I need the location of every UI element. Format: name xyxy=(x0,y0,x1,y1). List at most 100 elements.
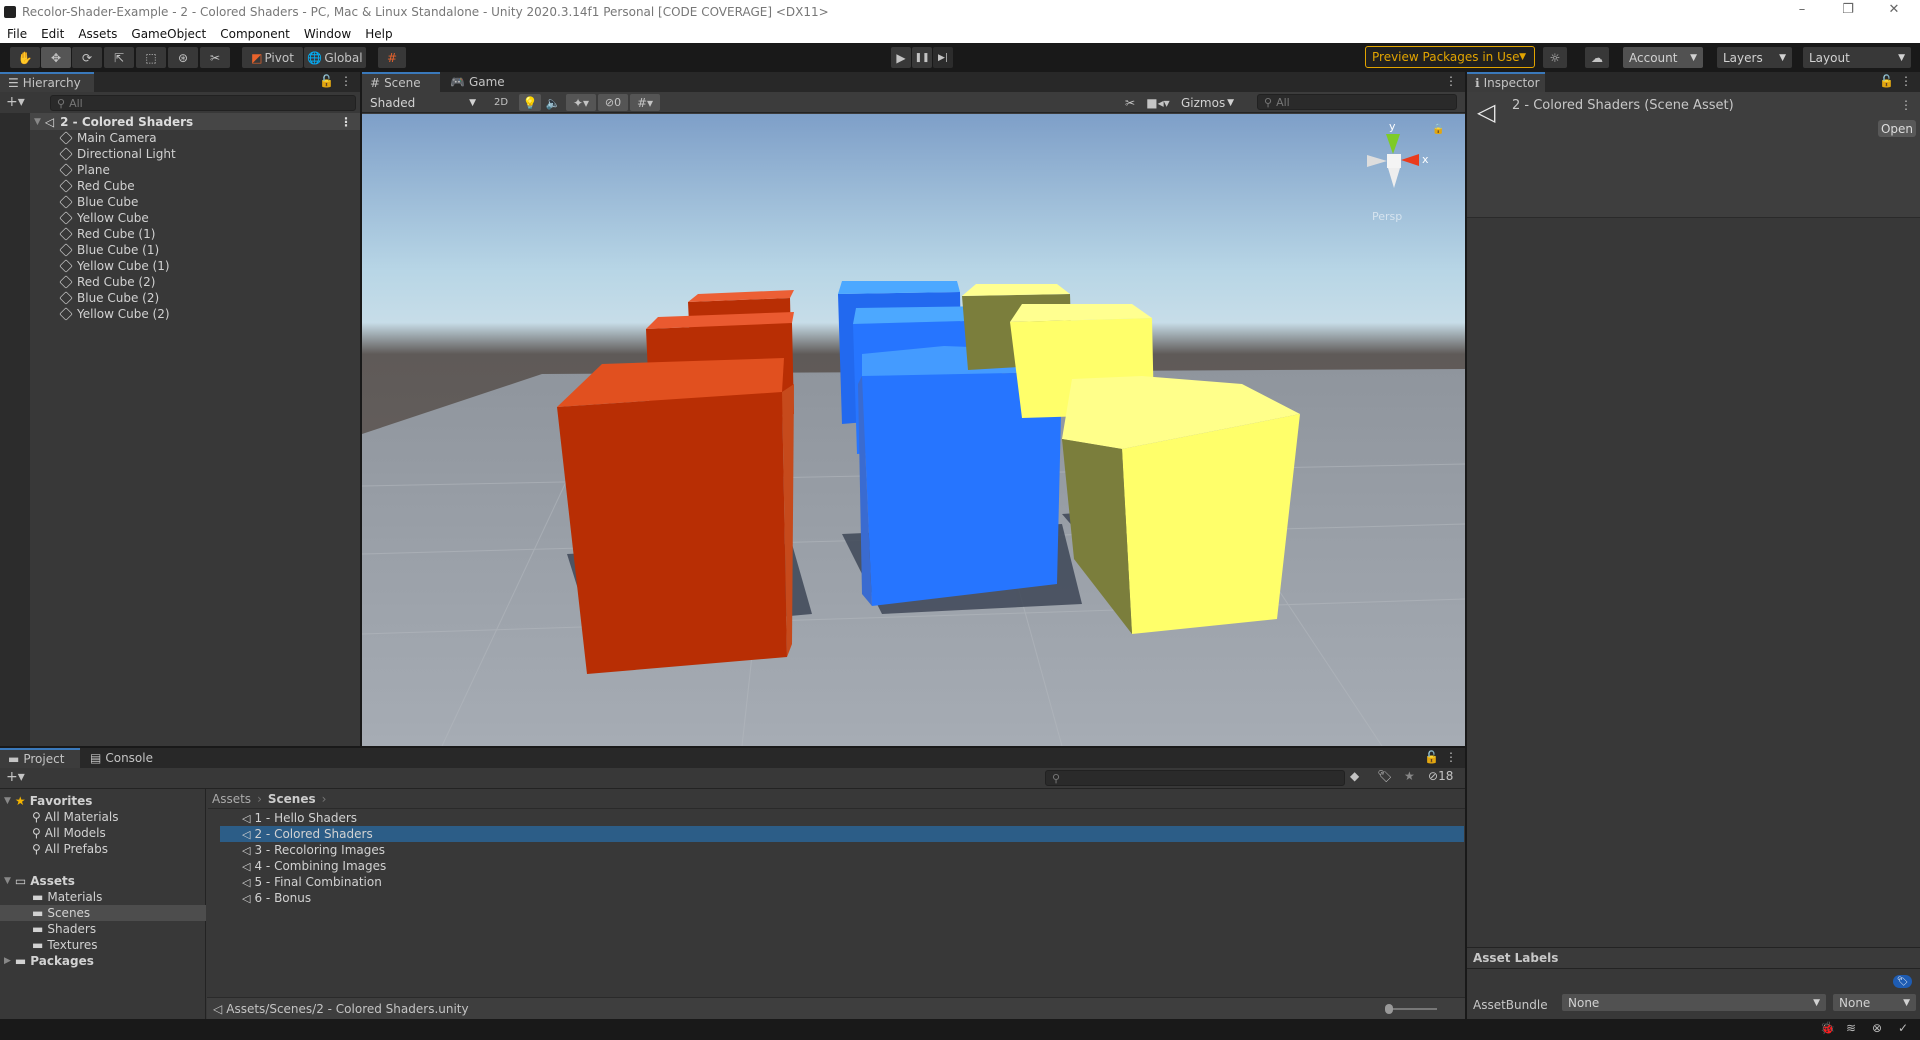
move-tool-button[interactable]: ✥ xyxy=(41,47,71,68)
lock-icon[interactable]: 🔒 xyxy=(1432,124,1444,135)
2d-toggle[interactable]: 2D xyxy=(490,94,512,111)
hierarchy-item[interactable]: Red Cube xyxy=(59,178,135,194)
scene-asset-item[interactable]: ◁ 3 - Recoloring Images xyxy=(220,842,1464,858)
preview-packages-dropdown[interactable]: Preview Packages in Use ▼ xyxy=(1365,46,1535,68)
tag-icon[interactable]: 🏷 xyxy=(1893,975,1912,988)
hierarchy-item[interactable]: Directional Light xyxy=(59,146,176,162)
rotate-tool-button[interactable]: ⟳ xyxy=(72,47,102,68)
pause-button[interactable]: ❚❚ xyxy=(912,47,932,68)
expand-arrow-icon[interactable]: ▼ xyxy=(4,876,11,886)
hierarchy-search-input[interactable]: ⚲ All xyxy=(50,95,356,111)
check-status-icon[interactable]: ✓ xyxy=(1898,1021,1908,1035)
assets-node[interactable]: ▼ ▭ Assets xyxy=(4,873,75,889)
scene-asset-item[interactable]: ◁ 4 - Combining Images xyxy=(220,858,1464,874)
favorite-star-icon[interactable]: ★ xyxy=(1404,769,1415,783)
more-menu-icon[interactable]: ⋮ xyxy=(1445,750,1457,764)
menu-assets[interactable]: Assets xyxy=(71,27,124,41)
assetbundle-dropdown[interactable]: None ▼ xyxy=(1562,994,1826,1011)
menu-help[interactable]: Help xyxy=(358,27,399,41)
effects-dropdown[interactable]: ✦▾ xyxy=(566,94,596,111)
tab-project[interactable]: ▬ Project xyxy=(0,748,80,768)
hierarchy-item[interactable]: Blue Cube (1) xyxy=(59,242,159,258)
close-button[interactable]: ✕ xyxy=(1874,2,1914,17)
expand-arrow-icon[interactable]: ▼ xyxy=(34,117,41,127)
scene-root-row[interactable]: ▼ ◁ 2 - Colored Shaders ⋮ xyxy=(30,113,360,130)
hidden-packages-toggle[interactable]: ⊘18 xyxy=(1428,769,1453,783)
more-menu-icon[interactable]: ⋮ xyxy=(1445,74,1457,88)
y-axis-cone[interactable] xyxy=(1386,134,1400,154)
audio-toggle[interactable]: 🔈 xyxy=(542,94,564,111)
tab-scene[interactable]: # Scene xyxy=(362,72,440,92)
favorite-item[interactable]: ⚲ All Models xyxy=(32,825,106,841)
tab-hierarchy[interactable]: ☰ Hierarchy xyxy=(0,72,94,92)
expand-arrow-icon[interactable]: ▶ xyxy=(4,956,11,966)
cache-server-icon[interactable]: ≋ xyxy=(1846,1021,1856,1035)
scene-search-input[interactable]: ⚲ All xyxy=(1257,94,1457,110)
auto-generate-lighting-icon[interactable]: ⊗ xyxy=(1872,1021,1882,1035)
filter-by-type-icon[interactable]: ◆ xyxy=(1350,769,1359,783)
scale-tool-button[interactable]: ⇱ xyxy=(104,47,134,68)
assetbundle-variant-dropdown[interactable]: None ▼ xyxy=(1833,994,1916,1011)
hierarchy-item[interactable]: Red Cube (1) xyxy=(59,226,155,242)
camera-dropdown[interactable]: ■◂▾ xyxy=(1143,94,1173,111)
hidden-objects-toggle[interactable]: ⊘ 0 xyxy=(598,94,628,111)
favorites-node[interactable]: ▼ ★ Favorites xyxy=(4,793,92,809)
tab-game[interactable]: 🎮 Game xyxy=(442,72,512,92)
menu-component[interactable]: Component xyxy=(213,27,297,41)
gizmo-center-cube[interactable] xyxy=(1387,154,1401,168)
icon-size-slider[interactable] xyxy=(1385,1004,1437,1014)
rect-tool-button[interactable]: ⬚ xyxy=(136,47,166,68)
neg-x-axis-cone[interactable] xyxy=(1367,155,1387,167)
hierarchy-item[interactable]: Blue Cube xyxy=(59,194,138,210)
lighting-toggle[interactable]: 💡 xyxy=(519,94,541,111)
scene-asset-item[interactable]: ◁ 6 - Bonus xyxy=(220,890,1464,906)
create-add-button[interactable]: +▾ xyxy=(6,94,25,110)
folder-item[interactable]: ▬ Shaders xyxy=(32,921,96,937)
cloud-button[interactable]: ☁ xyxy=(1585,47,1609,68)
tab-inspector[interactable]: ℹ Inspector xyxy=(1467,72,1545,92)
scene-asset-item-selected[interactable]: ◁ 2 - Colored Shaders xyxy=(220,826,1464,842)
more-menu-icon[interactable]: ⋮ xyxy=(1900,74,1912,88)
folder-item[interactable]: ▬ Textures xyxy=(32,937,98,953)
packages-node[interactable]: ▶ ▬ Packages xyxy=(4,953,94,969)
scene-asset-item[interactable]: ◁ 1 - Hello Shaders xyxy=(220,810,1464,826)
x-axis-cone[interactable] xyxy=(1401,154,1419,166)
hierarchy-item[interactable]: Plane xyxy=(59,162,110,178)
create-add-button[interactable]: +▾ xyxy=(6,769,25,785)
favorite-item[interactable]: ⚲ All Materials xyxy=(32,809,119,825)
debug-bug-icon[interactable]: 🐞 xyxy=(1820,1021,1835,1035)
light-settings-button[interactable]: ☼ xyxy=(1543,47,1567,68)
step-button[interactable]: ▶| xyxy=(933,47,953,68)
grid-dropdown[interactable]: #▾ xyxy=(630,94,660,111)
lock-icon[interactable]: 🔓 xyxy=(1879,74,1894,88)
hierarchy-item[interactable]: Yellow Cube (1) xyxy=(59,258,170,274)
folder-item[interactable]: ▬ Materials xyxy=(32,889,102,905)
open-button[interactable]: Open xyxy=(1878,120,1916,137)
favorite-item[interactable]: ⚲ All Prefabs xyxy=(32,841,108,857)
transform-tool-button[interactable]: ⊛ xyxy=(168,47,198,68)
layout-dropdown[interactable]: Layout ▼ xyxy=(1803,47,1911,68)
tab-console[interactable]: ▤ Console xyxy=(82,748,160,768)
menu-gameobject[interactable]: GameObject xyxy=(124,27,213,41)
grid-snap-button[interactable]: # xyxy=(378,47,406,68)
projection-label[interactable]: Persp xyxy=(1372,210,1402,223)
menu-edit[interactable]: Edit xyxy=(34,27,71,41)
hierarchy-item[interactable]: Yellow Cube (2) xyxy=(59,306,170,322)
custom-tool-button[interactable]: ✂ xyxy=(200,47,230,68)
menu-window[interactable]: Window xyxy=(297,27,358,41)
account-dropdown[interactable]: Account ▼ xyxy=(1623,47,1703,68)
slider-handle[interactable] xyxy=(1385,1004,1393,1014)
hierarchy-item[interactable]: Yellow Cube xyxy=(59,210,149,226)
hierarchy-item[interactable]: Red Cube (2) xyxy=(59,274,155,290)
pivot-toggle[interactable]: ◩ Pivot xyxy=(242,47,303,68)
breadcrumb-scenes[interactable]: Scenes xyxy=(268,792,316,806)
orientation-gizmo[interactable]: y x 🔒 Persp xyxy=(1352,120,1452,230)
play-button[interactable]: ▶ xyxy=(891,47,911,68)
restore-button[interactable]: ❐ xyxy=(1828,2,1868,17)
shading-mode-dropdown[interactable]: Shaded ▼ xyxy=(364,94,482,111)
lock-icon[interactable]: 🔓 xyxy=(1424,750,1439,764)
hand-tool-button[interactable]: ✋ xyxy=(10,47,40,68)
menu-file[interactable]: File xyxy=(0,27,34,41)
hierarchy-item[interactable]: Main Camera xyxy=(59,130,157,146)
breadcrumb-assets[interactable]: Assets xyxy=(212,792,251,806)
